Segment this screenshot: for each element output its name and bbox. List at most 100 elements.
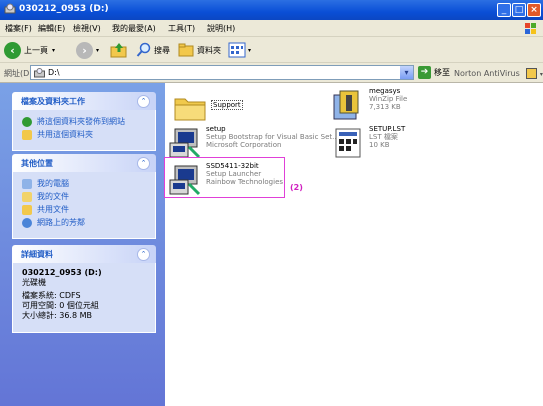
window-title: 030212_0953 (D:) <box>19 4 109 14</box>
menu-tools[interactable]: 工具(T) <box>168 23 195 34</box>
minimize-button[interactable]: _ <box>497 3 511 17</box>
menu-favorites[interactable]: 我的最愛(A) <box>112 23 156 34</box>
details-total-size: 大小總計: 36.8 MB <box>22 311 92 320</box>
menu-bar: 檔案(F) 編輯(E) 檢視(V) 我的最愛(A) 工具(T) 說明(H) <box>0 20 543 37</box>
chevron-down-icon: ▾ <box>96 46 100 54</box>
lst-file-icon <box>335 128 361 158</box>
task-pane: 檔案及資料夾工作 ⌃ 將這個資料夾發佈到網站 共用這個資料夾 其他位置 ⌃ 我的… <box>0 83 165 406</box>
annotation-label: (2) <box>290 183 303 192</box>
task-publish-web[interactable]: 將這個資料夾發佈到網站 <box>22 115 149 128</box>
norton-icon <box>526 68 538 79</box>
chevron-down-icon: ▾ <box>539 71 543 78</box>
norton-label: Norton AntiVirus <box>454 69 520 78</box>
address-label: 網址(D) <box>4 69 33 78</box>
views-button[interactable]: ▾ <box>228 40 251 60</box>
file-name: SETUP.LST <box>369 125 406 133</box>
details-title: 詳細資料 <box>21 250 53 259</box>
task-share-folder[interactable]: 共用這個資料夾 <box>22 128 149 141</box>
task-publish-web-label: 將這個資料夾發佈到網站 <box>37 117 125 126</box>
menu-edit[interactable]: 編輯(E) <box>38 23 65 34</box>
collapse-icon[interactable]: ⌃ <box>137 248 150 261</box>
forward-arrow-icon: › <box>76 41 93 59</box>
details-box: 詳細資料 ⌃ 030212_0953 (D:) 光碟機 檔案系統: CDFS 可… <box>12 245 156 333</box>
norton-antivirus-button[interactable]: Norton AntiVirus ▾ <box>454 68 543 79</box>
details-header[interactable]: 詳細資料 ⌃ <box>12 245 156 263</box>
file-item-support[interactable]: Support <box>172 90 243 126</box>
file-description: Setup Bootstrap for Visual Basic Set... <box>206 133 339 141</box>
file-folder-tasks-header[interactable]: 檔案及資料夾工作 ⌃ <box>12 92 156 110</box>
setup-icon <box>169 128 201 159</box>
other-places-header[interactable]: 其他位置 ⌃ <box>12 154 156 172</box>
file-type: WinZip File <box>369 95 408 103</box>
shared-documents-icon <box>22 204 32 215</box>
menu-file[interactable]: 檔案(F) <box>5 23 32 34</box>
menu-help[interactable]: 說明(H) <box>207 23 235 34</box>
go-button[interactable]: ➔ 移至 <box>418 66 450 79</box>
file-size: 7,313 KB <box>369 103 401 111</box>
address-value: D:\ <box>48 68 60 77</box>
file-folder-tasks-title: 檔案及資料夾工作 <box>21 97 85 106</box>
back-label: 上一頁 <box>24 45 48 55</box>
close-button[interactable]: × <box>527 3 541 17</box>
my-documents-icon <box>22 191 32 202</box>
place-shared-documents-label: 共用文件 <box>37 205 69 214</box>
back-button[interactable]: ‹ 上一頁 ▾ <box>4 40 55 60</box>
cd-drive-icon <box>4 3 16 14</box>
windows-logo-icon <box>525 23 536 34</box>
other-places-title: 其他位置 <box>21 159 53 168</box>
address-bar: 網址(D) D:\ ▾ ➔ 移至 Norton AntiVirus ▾ <box>0 63 543 83</box>
search-button[interactable]: 搜尋 <box>136 40 170 60</box>
collapse-icon[interactable]: ⌃ <box>137 95 150 108</box>
details-free-space: 可用空間: 0 個位元組 <box>22 301 99 310</box>
place-network[interactable]: 網路上的芳鄰 <box>22 216 149 229</box>
place-my-documents[interactable]: 我的文件 <box>22 190 149 203</box>
file-name: megasys <box>369 87 401 95</box>
place-my-computer[interactable]: 我的電腦 <box>22 177 149 190</box>
place-my-computer-label: 我的電腦 <box>37 179 69 188</box>
share-folder-icon <box>22 129 32 140</box>
chevron-down-icon: ▾ <box>52 46 56 54</box>
search-label: 搜尋 <box>154 45 170 55</box>
forward-button[interactable]: › ▾ <box>76 40 99 60</box>
network-places-icon <box>22 217 32 228</box>
title-bar: 030212_0953 (D:) _ □ × <box>0 0 543 20</box>
details-type: 光碟機 <box>22 278 46 287</box>
address-input[interactable]: D:\ ▾ <box>30 65 414 80</box>
up-folder-button[interactable] <box>110 40 128 60</box>
views-icon <box>228 42 246 58</box>
menu-view[interactable]: 檢視(V) <box>73 23 101 34</box>
my-computer-icon <box>22 178 32 189</box>
folder-icon <box>174 98 206 121</box>
file-item-setup-lst[interactable]: SETUP.LST LST 檔案 10 KB <box>330 125 405 161</box>
collapse-icon[interactable]: ⌃ <box>137 157 150 170</box>
place-network-label: 網路上的芳鄰 <box>37 218 85 227</box>
go-label: 移至 <box>434 68 450 77</box>
chevron-down-icon: ▾ <box>248 46 252 54</box>
up-folder-icon <box>110 43 127 58</box>
winzip-icon <box>333 90 359 120</box>
file-type: LST 檔案 <box>369 133 398 141</box>
file-folder-tasks-box: 檔案及資料夾工作 ⌃ 將這個資料夾發佈到網站 共用這個資料夾 <box>12 92 156 151</box>
file-company: Microsoft Corporation <box>206 141 282 149</box>
folders-icon <box>178 43 194 57</box>
task-share-folder-label: 共用這個資料夾 <box>37 130 93 139</box>
file-item-megasys[interactable]: megasys WinZip File 7,313 KB <box>330 87 407 123</box>
back-arrow-icon: ‹ <box>4 41 21 59</box>
other-places-box: 其他位置 ⌃ 我的電腦 我的文件 共用文件 網路上的芳鄰 <box>12 154 156 239</box>
folders-label: 資料夾 <box>197 45 221 55</box>
cd-drive-icon <box>34 68 45 78</box>
file-item-setup[interactable]: setup Setup Bootstrap for Visual Basic S… <box>167 125 339 161</box>
place-my-documents-label: 我的文件 <box>37 192 69 201</box>
toolbar: ‹ 上一頁 ▾ › ▾ 搜尋 資料夾 ▾ <box>0 37 543 63</box>
maximize-button[interactable]: □ <box>512 3 526 17</box>
file-size: 10 KB <box>369 141 390 149</box>
file-name: setup <box>206 125 226 133</box>
globe-icon <box>22 116 32 127</box>
highlight-box <box>164 157 285 198</box>
address-dropdown-icon[interactable]: ▾ <box>400 66 413 79</box>
place-shared-documents[interactable]: 共用文件 <box>22 203 149 216</box>
file-name: Support <box>211 100 243 110</box>
folders-button[interactable]: 資料夾 <box>178 40 221 60</box>
go-arrow-icon: ➔ <box>418 66 431 79</box>
details-name: 030212_0953 (D:) <box>22 268 102 277</box>
